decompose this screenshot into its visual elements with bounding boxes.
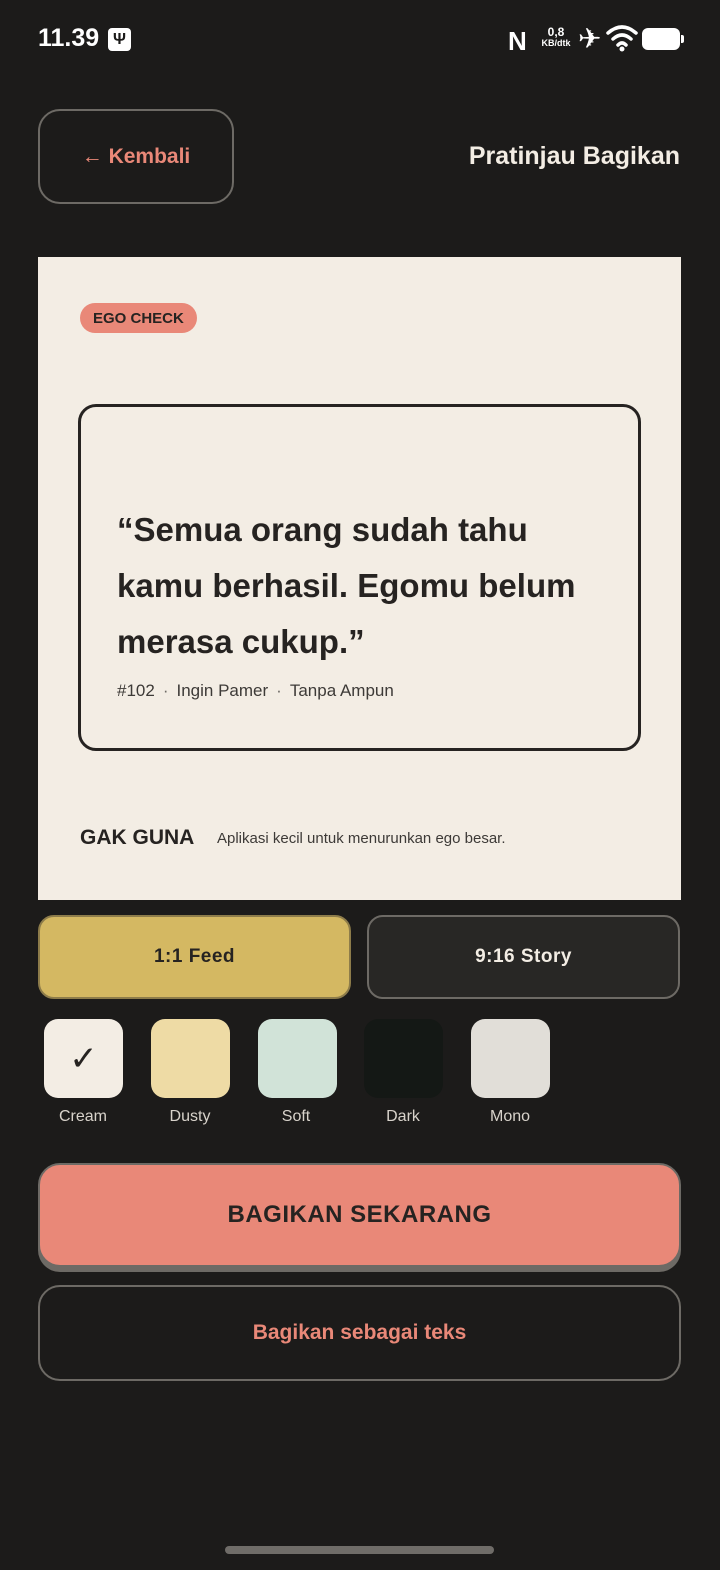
network-speed-unit: KB/dtk xyxy=(541,38,571,48)
status-time: 11.39 xyxy=(38,24,100,52)
network-speed: 0,8 KB/dtk xyxy=(536,25,576,49)
theme-swatch-dark[interactable] xyxy=(364,1019,443,1098)
theme-label-soft: Soft xyxy=(281,1108,311,1125)
theme-swatch-cream[interactable]: ✓ xyxy=(44,1019,123,1098)
quote-box: “Semua orang sudah tahu kamu berhasil. E… xyxy=(78,404,641,751)
quote-text: “Semua orang sudah tahu kamu berhasil. E… xyxy=(117,511,576,660)
airplane-mode-icon: ✈ xyxy=(578,23,602,54)
format-story-button[interactable]: 9:16 Story xyxy=(367,915,680,999)
network-speed-value: 0,8 xyxy=(547,25,565,39)
category-badge: EGO CHECK xyxy=(80,303,197,333)
theme-label-cream: Cream xyxy=(58,1108,107,1125)
meta-separator: · xyxy=(162,681,169,700)
theme-label-mono: Mono xyxy=(489,1108,531,1125)
quote-category: Ingin Pamer xyxy=(176,681,269,700)
brand-tagline: Aplikasi kecil untuk menurunkan ego besa… xyxy=(217,830,506,847)
theme-swatch-soft[interactable] xyxy=(258,1019,337,1098)
theme-label-dark: Dark xyxy=(386,1108,420,1125)
home-indicator xyxy=(225,1546,494,1554)
back-button[interactable]: ← Kembali xyxy=(38,109,234,204)
share-as-text-button[interactable]: Bagikan sebagai teks xyxy=(38,1285,681,1381)
theme-label-dusty: Dusty xyxy=(169,1108,211,1125)
wifi-icon xyxy=(606,25,638,52)
share-preview-card: EGO CHECK “Semua orang sudah tahu kamu b… xyxy=(38,257,681,900)
battery-icon xyxy=(642,28,684,50)
format-feed-button[interactable]: 1:1 Feed xyxy=(38,915,351,999)
theme-swatch-dusty[interactable] xyxy=(151,1019,230,1098)
check-icon: ✓ xyxy=(69,1039,98,1078)
meta-separator: · xyxy=(276,681,282,700)
quote-intensity: Tanpa Ampun xyxy=(289,681,394,700)
share-now-button[interactable]: BAGIKAN SEKARANG xyxy=(38,1163,681,1267)
quote-meta: #102 · Ingin Pamer · Tanpa Ampun xyxy=(117,681,394,701)
nfc-icon: N xyxy=(508,26,527,56)
theme-swatch-mono[interactable] xyxy=(471,1019,550,1098)
usb-icon: Ψ xyxy=(108,28,131,51)
quote-number: #102 xyxy=(117,681,155,700)
brand-name: GAK GUNA xyxy=(80,826,195,849)
page-title: Pratinjau Bagikan xyxy=(468,142,680,170)
